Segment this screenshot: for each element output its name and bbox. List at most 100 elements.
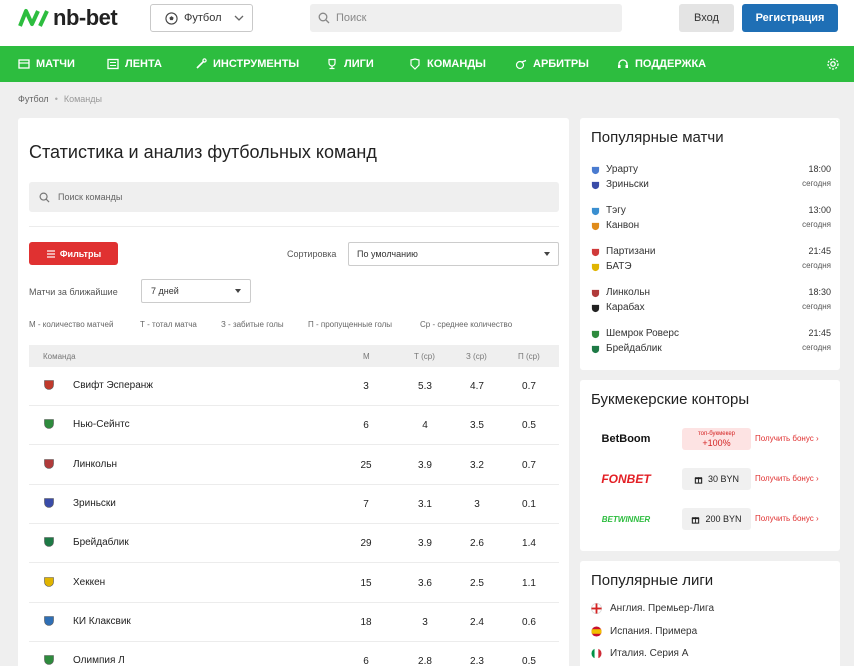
team-crest-icon [44,458,54,469]
match-day: сегодня [802,302,831,311]
england-flag-icon [591,603,602,614]
team-crest-icon [44,419,54,430]
table-row[interactable]: Олимпия Л 6 2.8 2.3 0.5 [29,642,559,666]
match-time: 21:45 [808,246,831,256]
trophy-icon [328,58,336,70]
nav-item-feed[interactable]: ЛЕНТА [107,46,162,82]
match-time: 21:45 [808,328,831,338]
match-item[interactable]: Линкольн Карабах 18:30 сегодня [591,287,831,317]
table-row[interactable]: КИ Клаксвик 18 3 2.4 0.6 [29,603,559,642]
team-name[interactable]: КИ Клаксвик [73,616,131,627]
login-button[interactable]: Вход [679,4,734,32]
team-name[interactable]: Зриньски [73,498,116,509]
stat-p: 1.4 [522,538,536,550]
fonbet-logo: FONBET [601,472,651,486]
breadcrumb-root[interactable]: Футбол [18,94,49,104]
team-name[interactable]: Хеккен [73,577,105,588]
nav-item-matches[interactable]: МАТЧИ [18,46,75,82]
search-input[interactable] [336,12,616,24]
betwinner-logo: BETWINNER [601,514,651,524]
legend-p: П - пропущенные голы [308,320,393,329]
away-team: Брейдаблик [606,343,662,354]
column-header-z[interactable]: З (ср) [466,352,487,361]
column-header-team[interactable]: Команда [43,352,76,361]
match-day: сегодня [802,179,831,188]
nav-item-leagues[interactable]: ЛИГИ [326,46,374,82]
team-name[interactable]: Линкольн [73,459,117,470]
match-time: 18:30 [808,287,831,297]
away-team: Карабах [606,302,645,313]
team-crest-icon [44,537,54,547]
whistle-icon [515,59,527,70]
team-search-input[interactable] [58,192,538,202]
stat-z: 2.6 [470,538,484,550]
column-header-m[interactable]: М [363,352,370,361]
days-label: Матчи за ближайшие [29,287,118,297]
logo-text: nb-bet [53,5,118,30]
bookmaker-row[interactable]: BetBoom топ-букмекер +100% Получить бону… [591,428,831,452]
stat-z: 3.5 [470,420,484,432]
team-name[interactable]: Олимпия Л [73,655,125,666]
team-crest-icon [591,181,600,190]
stat-t: 3.1 [418,498,432,510]
search-icon [318,12,330,24]
stat-p: 0.1 [522,498,536,510]
divider [29,226,559,227]
stat-m: 29 [360,538,372,550]
register-button[interactable]: Регистрация [742,4,838,32]
get-bonus-link[interactable]: Получить бонус › [755,514,819,523]
badge-value: 30 BYN [707,474,740,484]
bookmaker-row[interactable]: BETWINNER 200 BYN Получить бонус › [591,508,831,532]
stat-t: 3.9 [418,538,432,550]
get-bonus-link[interactable]: Получить бонус › [755,434,819,443]
main-nav: МАТЧИ ЛЕНТА ИНСТРУМЕНТЫ ЛИГИ КОМАНДЫ АРБ… [0,46,854,82]
stat-t: 3.6 [418,577,432,589]
league-item[interactable]: Англия. Премьер-Лига [591,603,714,614]
stat-p: 0.7 [522,381,536,392]
team-name[interactable]: Нью-Сейнтс [73,419,130,430]
home-team: Партизани [606,246,656,257]
team-search[interactable] [29,182,559,212]
nav-item-referees[interactable]: АРБИТРЫ [515,46,589,82]
nav-item-tools[interactable]: ИНСТРУМЕНТЫ [195,46,299,82]
table-row[interactable]: Зриньски 7 3.1 3 0.1 [29,485,559,524]
table-row[interactable]: Нью-Сейнтс 6 4 3.5 0.5 [29,406,559,446]
table-row[interactable]: Линкольн 25 3.9 3.2 0.7 [29,446,559,485]
get-bonus-link[interactable]: Получить бонус › [755,474,819,483]
teams-stats-card: Статистика и анализ футбольных команд Фи… [18,118,569,666]
team-name[interactable]: Брейдаблик [73,537,129,548]
bookmaker-row[interactable]: FONBET 30 BYN Получить бонус › [591,468,831,492]
league-item[interactable]: Италия. Серия А [591,648,688,659]
table-row[interactable]: Свифт Эсперанж 3 5.3 4.7 0.7 [29,367,559,406]
chevron-right-icon: › [815,514,819,523]
sort-select[interactable]: По умолчанию [348,242,559,266]
table-row[interactable]: Брейдаблик 29 3.9 2.6 1.4 [29,524,559,564]
feed-icon [107,58,119,70]
site-search[interactable] [310,4,622,32]
match-item[interactable]: Урарту Зриньски 18:00 сегодня [591,164,831,194]
badge-value: +100% [702,438,731,448]
match-item[interactable]: Тэгу Канвон 13:00 сегодня [591,205,831,235]
nav-item-support[interactable]: ПОДДЕРЖКА [617,46,706,82]
stat-m: 3 [363,381,369,392]
table-row[interactable]: Хеккен 15 3.6 2.5 1.1 [29,564,559,603]
column-header-p[interactable]: П (ср) [518,352,540,361]
home-team: Тэгу [606,205,626,216]
stat-t: 2.8 [418,656,432,666]
gear-icon[interactable] [826,57,840,71]
nav-item-teams[interactable]: КОМАНДЫ [409,46,486,82]
filters-button[interactable]: Фильтры [29,242,118,265]
match-item[interactable]: Шемрок Роверс Брейдаблик 21:45 сегодня [591,328,831,358]
search-icon [39,192,50,203]
team-name[interactable]: Свифт Эсперанж [73,380,153,391]
league-item[interactable]: Испания. Примера [591,626,697,637]
column-header-t[interactable]: Т (ср) [414,352,435,361]
legend-t: Т - тотал матча [140,320,197,329]
sport-select[interactable]: Футбол [150,4,253,32]
logo[interactable]: nb-bet [18,5,118,30]
stat-t: 3 [422,616,428,628]
bookmakers-title: Букмекерские конторы [591,391,750,408]
stat-p: 1.1 [522,577,536,589]
days-select[interactable]: 7 дней [141,279,251,303]
match-item[interactable]: Партизани БАТЭ 21:45 сегодня [591,246,831,276]
